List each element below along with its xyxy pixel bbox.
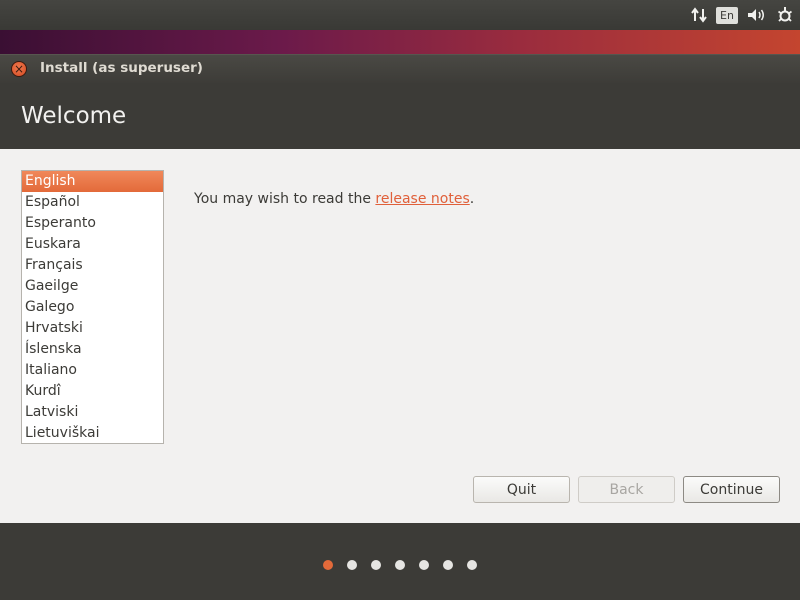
installer-window: × Install (as superuser) Welcome English…	[0, 54, 800, 600]
footer	[0, 523, 800, 600]
language-item-italiano[interactable]: Italiano	[22, 360, 163, 381]
progress-dots	[323, 560, 477, 570]
language-list[interactable]: English Español Esperanto Euskara França…	[21, 170, 164, 444]
release-notes-text: You may wish to read the release notes.	[194, 191, 474, 207]
language-item-gaeilge[interactable]: Gaeilge	[22, 276, 163, 297]
keyboard-layout-label: En	[716, 6, 738, 24]
page-title: Welcome	[21, 103, 127, 129]
language-item-lietuviskai[interactable]: Lietuviškai	[22, 423, 163, 443]
continue-button[interactable]: Continue	[683, 476, 780, 503]
release-notes-prefix: You may wish to read the	[194, 191, 376, 207]
language-item-kurdi[interactable]: Kurdî	[22, 381, 163, 402]
window-title: Install (as superuser)	[40, 60, 203, 76]
back-button[interactable]: Back	[578, 476, 675, 503]
network-updown-icon[interactable]	[690, 4, 708, 26]
main-content: English Español Esperanto Euskara França…	[0, 149, 800, 523]
language-item-hrvatski[interactable]: Hrvatski	[22, 318, 163, 339]
language-item-latviski[interactable]: Latviski	[22, 402, 163, 423]
language-item-islenska[interactable]: Íslenska	[22, 339, 163, 360]
system-gear-icon[interactable]	[776, 4, 794, 26]
language-item-galego[interactable]: Galego	[22, 297, 163, 318]
close-button[interactable]: ×	[11, 61, 27, 77]
progress-dot-7	[467, 560, 477, 570]
progress-dot-4	[395, 560, 405, 570]
desktop-background	[0, 30, 800, 56]
progress-dot-1	[323, 560, 333, 570]
language-item-francais[interactable]: Français	[22, 255, 163, 276]
language-item-euskara[interactable]: Euskara	[22, 234, 163, 255]
keyboard-layout-icon[interactable]: En	[716, 4, 738, 26]
top-panel: En	[0, 0, 800, 30]
close-icon: ×	[13, 62, 25, 76]
progress-dot-6	[443, 560, 453, 570]
progress-dot-3	[371, 560, 381, 570]
release-notes-link[interactable]: release notes	[375, 191, 469, 207]
page-header: Welcome	[0, 83, 800, 149]
progress-dot-5	[419, 560, 429, 570]
system-tray: En	[690, 4, 794, 26]
language-item-esperanto[interactable]: Esperanto	[22, 213, 163, 234]
language-item-english[interactable]: English	[22, 171, 163, 192]
progress-dot-2	[347, 560, 357, 570]
quit-button[interactable]: Quit	[473, 476, 570, 503]
volume-icon[interactable]	[746, 4, 768, 26]
window-titlebar[interactable]: × Install (as superuser)	[0, 55, 800, 83]
release-notes-suffix: .	[469, 191, 475, 207]
language-item-espanol[interactable]: Español	[22, 192, 163, 213]
